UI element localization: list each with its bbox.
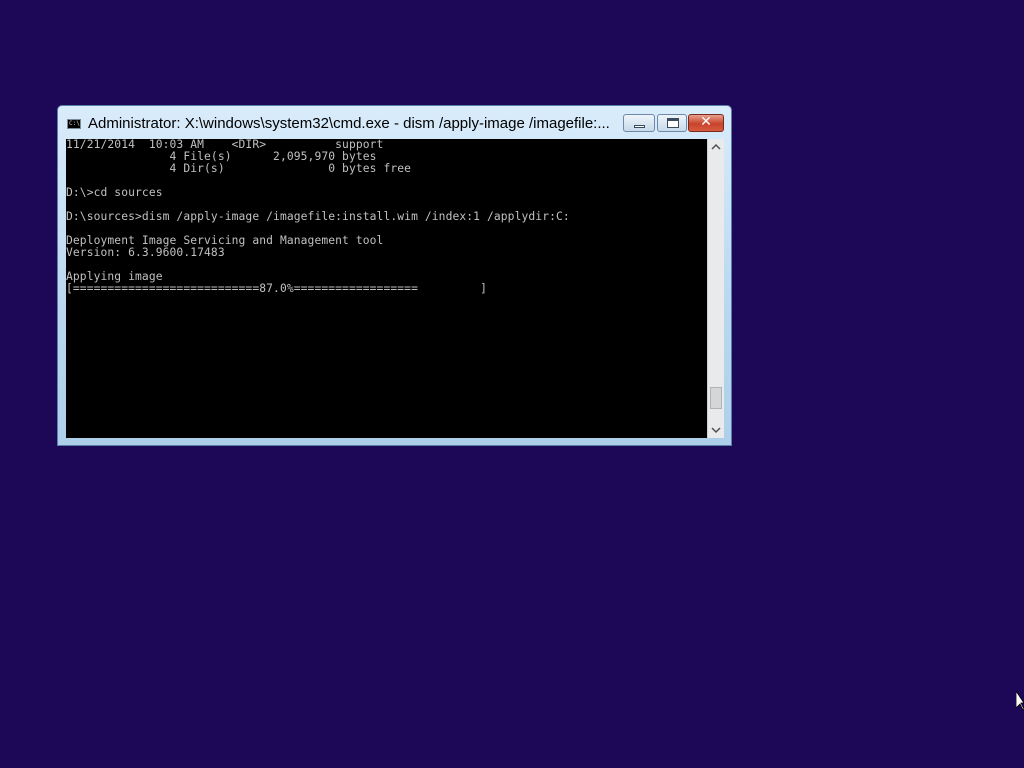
chevron-down-icon[interactable] [708,422,724,438]
progress-bar-line: [===========================87.0%=======… [66,282,487,295]
cmd-icon[interactable]: C:\ [67,119,81,129]
chevron-up-icon[interactable] [708,139,724,155]
console-text: 11/21/2014 10:03 AM <DIR> support 4 File… [66,139,707,295]
title-bar[interactable]: C:\ Administrator: X:\windows\system32\c… [58,106,731,139]
close-icon: ✕ [700,114,712,130]
console-line: D:\sources>dism /apply-image /imagefile:… [66,210,570,223]
console-line: Version: 6.3.9600.17483 [66,246,225,259]
window-title: Administrator: X:\windows\system32\cmd.e… [88,115,610,132]
vertical-scrollbar[interactable] [707,139,724,438]
maximize-icon [667,118,679,128]
console-line: 4 Dir(s) 0 bytes free [66,162,412,175]
console-line: D:\>cd sources [66,186,163,199]
scrollbar-thumb[interactable] [710,387,722,409]
console-output[interactable]: 11/21/2014 10:03 AM <DIR> support 4 File… [66,139,707,438]
cmd-window[interactable]: C:\ Administrator: X:\windows\system32\c… [57,105,732,446]
minimize-icon [634,125,645,128]
close-button[interactable]: ✕ [688,114,724,132]
maximize-button[interactable] [657,114,687,132]
minimize-button[interactable] [623,114,655,132]
